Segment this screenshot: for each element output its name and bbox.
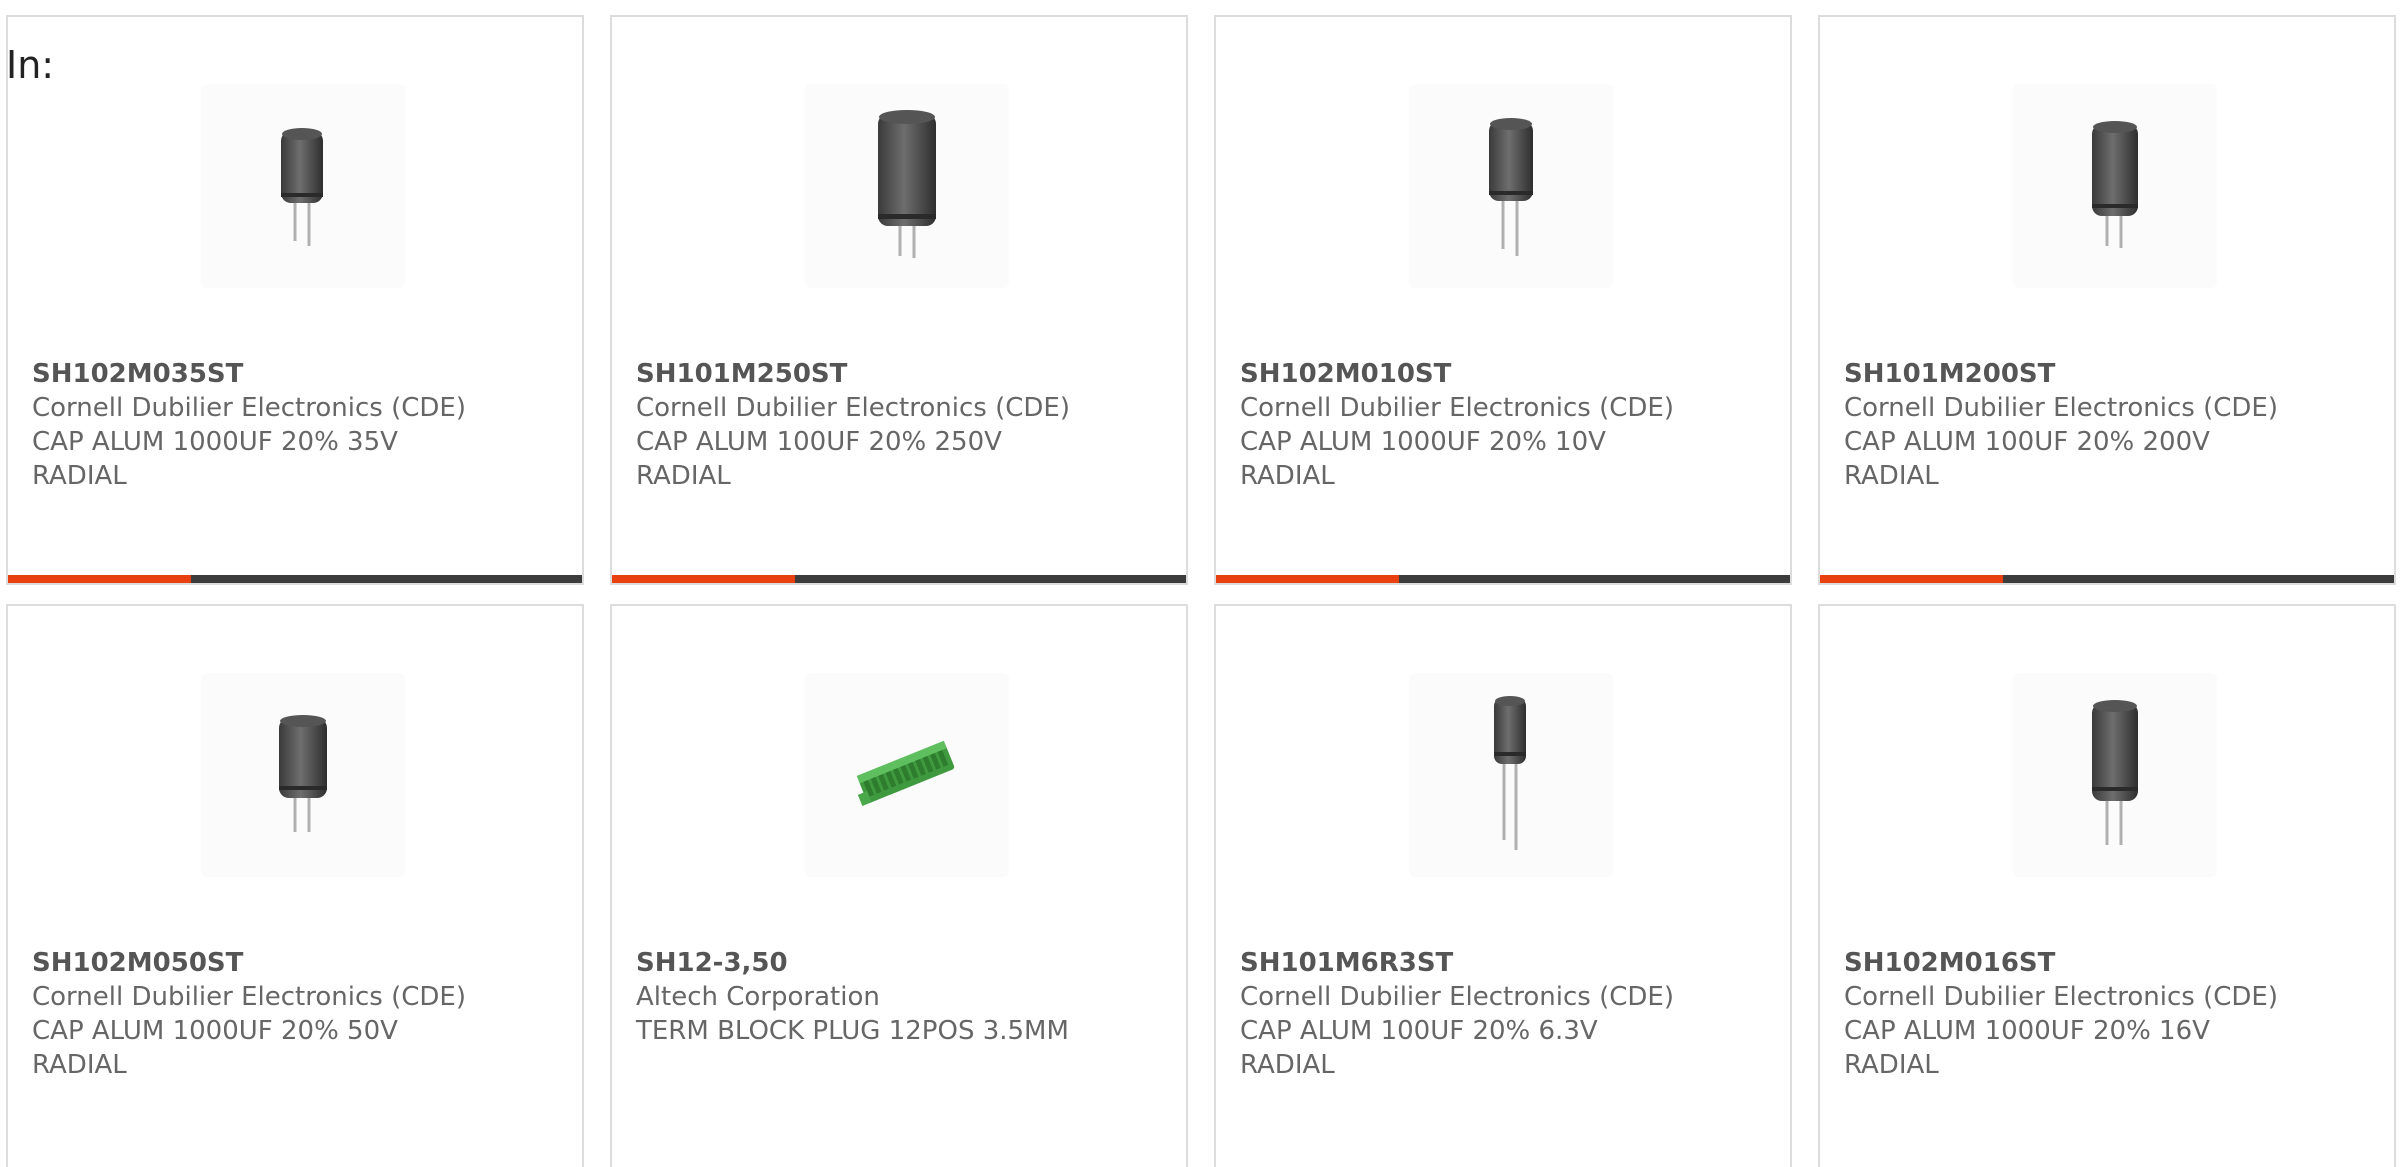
product-image[interactable] xyxy=(1409,673,1613,877)
description: CAP ALUM 100UF 20% 6.3V xyxy=(1240,1016,1598,1046)
capacitor-icon xyxy=(1489,118,1533,256)
part-number[interactable]: SH12-3,50 xyxy=(636,946,1166,980)
description-suffix: RADIAL xyxy=(1844,461,1939,491)
card-footer-bar xyxy=(8,575,582,583)
product-image[interactable] xyxy=(805,673,1009,877)
description-suffix: RADIAL xyxy=(636,461,731,491)
product-card[interactable]: SH102M016ST Cornell Dubilier Electronics… xyxy=(1818,604,2396,1167)
product-card[interactable]: SH101M6R3ST Cornell Dubilier Electronics… xyxy=(1214,604,1792,1167)
product-card[interactable]: SH102M035ST Cornell Dubilier Electronics… xyxy=(6,15,584,585)
filter-label: In: xyxy=(6,43,55,87)
manufacturer: Cornell Dubilier Electronics (CDE) xyxy=(1240,982,1674,1012)
capacitor-icon xyxy=(878,110,936,258)
product-card[interactable]: SH101M200ST Cornell Dubilier Electronics… xyxy=(1818,15,2396,585)
product-card[interactable]: SH102M050ST Cornell Dubilier Electronics… xyxy=(6,604,584,1167)
product-image[interactable] xyxy=(201,84,405,288)
manufacturer: Altech Corporation xyxy=(636,982,880,1012)
description-suffix: RADIAL xyxy=(1240,1050,1335,1080)
manufacturer: Cornell Dubilier Electronics (CDE) xyxy=(636,393,1070,423)
product-info: SH102M010ST Cornell Dubilier Electronics… xyxy=(1240,357,1770,493)
product-card[interactable]: SH102M010ST Cornell Dubilier Electronics… xyxy=(1214,15,1792,585)
product-card[interactable]: SH12-3,50 Altech Corporation TERM BLOCK … xyxy=(610,604,1188,1167)
manufacturer: Cornell Dubilier Electronics (CDE) xyxy=(32,393,466,423)
product-info: SH101M250ST Cornell Dubilier Electronics… xyxy=(636,357,1166,493)
product-info: SH101M200ST Cornell Dubilier Electronics… xyxy=(1844,357,2374,493)
manufacturer: Cornell Dubilier Electronics (CDE) xyxy=(32,982,466,1012)
description-suffix: RADIAL xyxy=(32,1050,127,1080)
part-number[interactable]: SH102M010ST xyxy=(1240,357,1770,391)
product-grid-page: In: SH102M035ST Cornell Dubilier Electro… xyxy=(0,0,2400,1167)
part-number[interactable]: SH102M050ST xyxy=(32,946,562,980)
description-suffix: RADIAL xyxy=(32,461,127,491)
capacitor-icon xyxy=(281,128,323,246)
part-number[interactable]: SH101M200ST xyxy=(1844,357,2374,391)
card-footer-bar xyxy=(1820,575,2394,583)
product-card[interactable]: SH101M250ST Cornell Dubilier Electronics… xyxy=(610,15,1188,585)
product-info: SH102M035ST Cornell Dubilier Electronics… xyxy=(32,357,562,493)
description: CAP ALUM 1000UF 20% 50V xyxy=(32,1016,398,1046)
manufacturer: Cornell Dubilier Electronics (CDE) xyxy=(1844,982,2278,1012)
description: TERM BLOCK PLUG 12POS 3.5MM xyxy=(636,1016,1069,1046)
card-footer-bar xyxy=(612,575,1186,583)
part-number[interactable]: SH101M6R3ST xyxy=(1240,946,1770,980)
description-suffix: RADIAL xyxy=(1844,1050,1939,1080)
card-accent xyxy=(612,575,795,583)
product-info: SH102M050ST Cornell Dubilier Electronics… xyxy=(32,946,562,1082)
description: CAP ALUM 1000UF 20% 35V xyxy=(32,427,398,457)
description: CAP ALUM 1000UF 20% 16V xyxy=(1844,1016,2210,1046)
capacitor-icon xyxy=(1494,696,1526,850)
capacitor-icon xyxy=(2092,700,2138,845)
description: CAP ALUM 1000UF 20% 10V xyxy=(1240,427,1606,457)
description: CAP ALUM 100UF 20% 200V xyxy=(1844,427,2210,457)
product-image[interactable] xyxy=(201,673,405,877)
product-info: SH102M016ST Cornell Dubilier Electronics… xyxy=(1844,946,2374,1082)
product-image[interactable] xyxy=(805,84,1009,288)
description-suffix: RADIAL xyxy=(1240,461,1335,491)
part-number[interactable]: SH101M250ST xyxy=(636,357,1166,391)
card-accent xyxy=(8,575,191,583)
product-info: SH101M6R3ST Cornell Dubilier Electronics… xyxy=(1240,946,1770,1082)
card-accent xyxy=(1820,575,2003,583)
product-image[interactable] xyxy=(2013,673,2217,877)
card-accent xyxy=(1216,575,1399,583)
part-number[interactable]: SH102M016ST xyxy=(1844,946,2374,980)
description: CAP ALUM 100UF 20% 250V xyxy=(636,427,1002,457)
product-image[interactable] xyxy=(2013,84,2217,288)
capacitor-icon xyxy=(279,715,327,832)
capacitor-icon xyxy=(2092,121,2138,248)
terminal-block-icon xyxy=(856,740,955,806)
manufacturer: Cornell Dubilier Electronics (CDE) xyxy=(1240,393,1674,423)
product-image[interactable] xyxy=(1409,84,1613,288)
product-info: SH12-3,50 Altech Corporation TERM BLOCK … xyxy=(636,946,1166,1048)
part-number[interactable]: SH102M035ST xyxy=(32,357,562,391)
manufacturer: Cornell Dubilier Electronics (CDE) xyxy=(1844,393,2278,423)
card-footer-bar xyxy=(1216,575,1790,583)
